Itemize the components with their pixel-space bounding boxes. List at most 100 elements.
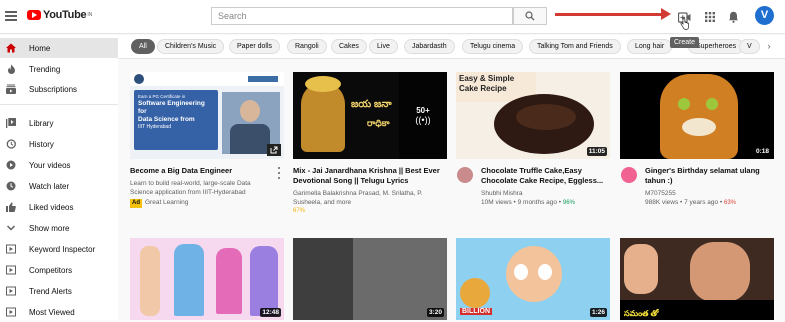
chip[interactable]: Jabardasth [404, 39, 455, 54]
channel-avatar[interactable] [457, 167, 473, 183]
great-learning-logo-icon [248, 76, 278, 82]
thumb-text: IIIT Hyderabad [138, 124, 171, 130]
video-description: Learn to build real-world, large-scale D… [130, 180, 251, 196]
upload-age: 9 months ago [517, 199, 557, 206]
video-duration: 12:48 [260, 308, 281, 317]
sidebar-item-home[interactable]: Home [0, 38, 118, 58]
video-thumbnail[interactable]: Earn a PG Certificate in Software Engine… [130, 72, 284, 159]
channel-avatar[interactable] [621, 167, 637, 183]
library-icon [6, 118, 16, 128]
chip[interactable]: Talking Tom and Friends [529, 39, 621, 54]
sidebar-item-label: Your videos [29, 160, 71, 170]
sidebar-item-trend-alerts[interactable]: Trend Alerts [0, 281, 118, 301]
chip[interactable]: Long hair [627, 39, 673, 54]
sidebar-item-label: Trend Alerts [29, 286, 72, 296]
dark-scene-image [293, 238, 353, 320]
history-icon [6, 139, 16, 149]
trend-indicator: 96% [562, 200, 575, 206]
mix-count: 50+ [416, 106, 430, 115]
course-banner: Earn a PG Certificate in Software Engine… [134, 90, 218, 150]
thumb-text: రాధికా [367, 118, 390, 128]
masthead: YouTube IN Search V [0, 0, 785, 34]
chip[interactable]: V [739, 39, 760, 54]
upload-age: 7 years ago [684, 199, 719, 206]
search-button[interactable] [513, 7, 547, 25]
sidebar-item-show-more[interactable]: Show more [0, 218, 118, 238]
thumb-text: Software Engineering for [138, 100, 205, 115]
user-avatar[interactable]: V [755, 6, 774, 25]
sidebar-item-keyword-inspector[interactable]: Keyword Inspector [0, 239, 118, 259]
chip[interactable]: Cakes [331, 39, 367, 54]
chip[interactable]: Rangoli [287, 39, 327, 54]
chip[interactable]: Telugu cinema [462, 39, 524, 54]
channel-name[interactable]: Shubhi Mishra [481, 189, 616, 198]
home-icon [6, 43, 16, 53]
youtube-play-icon [27, 10, 41, 20]
sidebar-item-most-viewed[interactable]: Most Viewed [0, 302, 118, 322]
video-meta: Become a Big Data Engineer Learn to buil… [130, 166, 288, 208]
view-count: 10M views [481, 199, 512, 206]
sidebar-item-your-videos[interactable]: Your videos [0, 155, 118, 175]
video-title[interactable]: Mix - Jai Janardhana Krishna || Best Eve… [293, 166, 453, 186]
chips-next-chevron-icon[interactable]: › [762, 39, 776, 54]
sidebar-item-trending[interactable]: Trending [0, 59, 118, 79]
notifications-bell-icon[interactable] [726, 10, 740, 24]
sidebar: Home Trending Subscriptions Library Hist… [0, 35, 118, 320]
video-duration: 0:18 [753, 147, 771, 156]
trend-indicator: 63% [724, 200, 737, 206]
video-duration: 11:05 [586, 147, 607, 156]
annotation-arrow [555, 8, 671, 20]
hand-cursor-icon [680, 18, 689, 30]
channel-name[interactable]: M7075255 [645, 189, 780, 198]
caption-strip: సమంత తో [620, 300, 774, 320]
chip-all[interactable]: All [131, 39, 155, 54]
video-stats: 988K views • 7 years ago • 63% [645, 199, 737, 206]
more-options-icon[interactable] [277, 167, 281, 179]
video-title[interactable]: Become a Big Data Engineer [130, 166, 288, 176]
chip[interactable]: Paper dolls [229, 39, 281, 54]
video-thumbnail[interactable]: Easy & Simple Cake Recipe 11:05 [456, 72, 610, 159]
video-title[interactable]: Chocolate Truffle Cake,Easy Chocolate Ca… [481, 166, 616, 186]
channel-name[interactable]: Garimella Balakrishna Prasad, M. Srilath… [293, 189, 453, 207]
paper-dress-image [216, 248, 242, 314]
video-thumbnail[interactable]: BILLION 1:26 [456, 238, 610, 320]
giraffe-image [460, 278, 490, 308]
search-input[interactable]: Search [211, 7, 513, 25]
chip[interactable]: Children's Music [157, 39, 225, 54]
apps-grid-icon[interactable] [703, 10, 717, 24]
video-title[interactable]: Ginger's Birthday selamat ulang tahun :) [645, 166, 780, 186]
clock-icon [6, 181, 16, 191]
thumb-text: సమంత తో [624, 309, 659, 318]
video-thumbnail[interactable]: సమంత తో [620, 238, 774, 320]
thumb-text: Cake Recipe [459, 84, 507, 93]
video-duration: 1:26 [589, 308, 607, 317]
menu-icon[interactable] [5, 11, 17, 21]
video-thumbnail[interactable]: 0:18 [620, 72, 774, 159]
youtube-logo[interactable]: YouTube IN [27, 9, 92, 21]
external-link-icon[interactable] [267, 144, 281, 156]
sidebar-item-label: History [29, 139, 54, 149]
sidebar-item-watch-later[interactable]: Watch later [0, 176, 118, 196]
video-meta: Ginger's Birthday selamat ulang tahun :)… [645, 166, 780, 208]
sidebar-item-library[interactable]: Library [0, 113, 118, 133]
sidebar-item-competitors[interactable]: Competitors [0, 260, 118, 280]
ginger-cat-image [660, 74, 738, 159]
view-count: 988K views [645, 199, 679, 206]
sidebar-item-history[interactable]: History [0, 134, 118, 154]
iiit-logo-icon [134, 74, 144, 84]
channel-name[interactable]: Great Learning [145, 199, 188, 206]
sidebar-item-label: Library [29, 118, 54, 128]
video-thumbnail[interactable]: 12:48 [130, 238, 284, 320]
mix-radio-icon: ((•)) [415, 115, 431, 125]
sidebar-item-subscriptions[interactable]: Subscriptions [0, 79, 118, 99]
video-thumbnail[interactable]: 3:20 [293, 238, 447, 320]
video-thumbnail[interactable]: జయ జనా రాధికా 50+ ((•)) [293, 72, 447, 159]
video-meta: Chocolate Truffle Cake,Easy Chocolate Ca… [481, 166, 616, 208]
sidebar-item-liked-videos[interactable]: Liked videos [0, 197, 118, 217]
chip[interactable]: Live [369, 39, 398, 54]
sidebar-item-label: Subscriptions [29, 84, 78, 94]
paper-doll-image [140, 246, 160, 316]
thumb-text: Easy & Simple [459, 74, 515, 83]
subscriptions-icon [6, 84, 16, 94]
person-image [624, 244, 658, 294]
